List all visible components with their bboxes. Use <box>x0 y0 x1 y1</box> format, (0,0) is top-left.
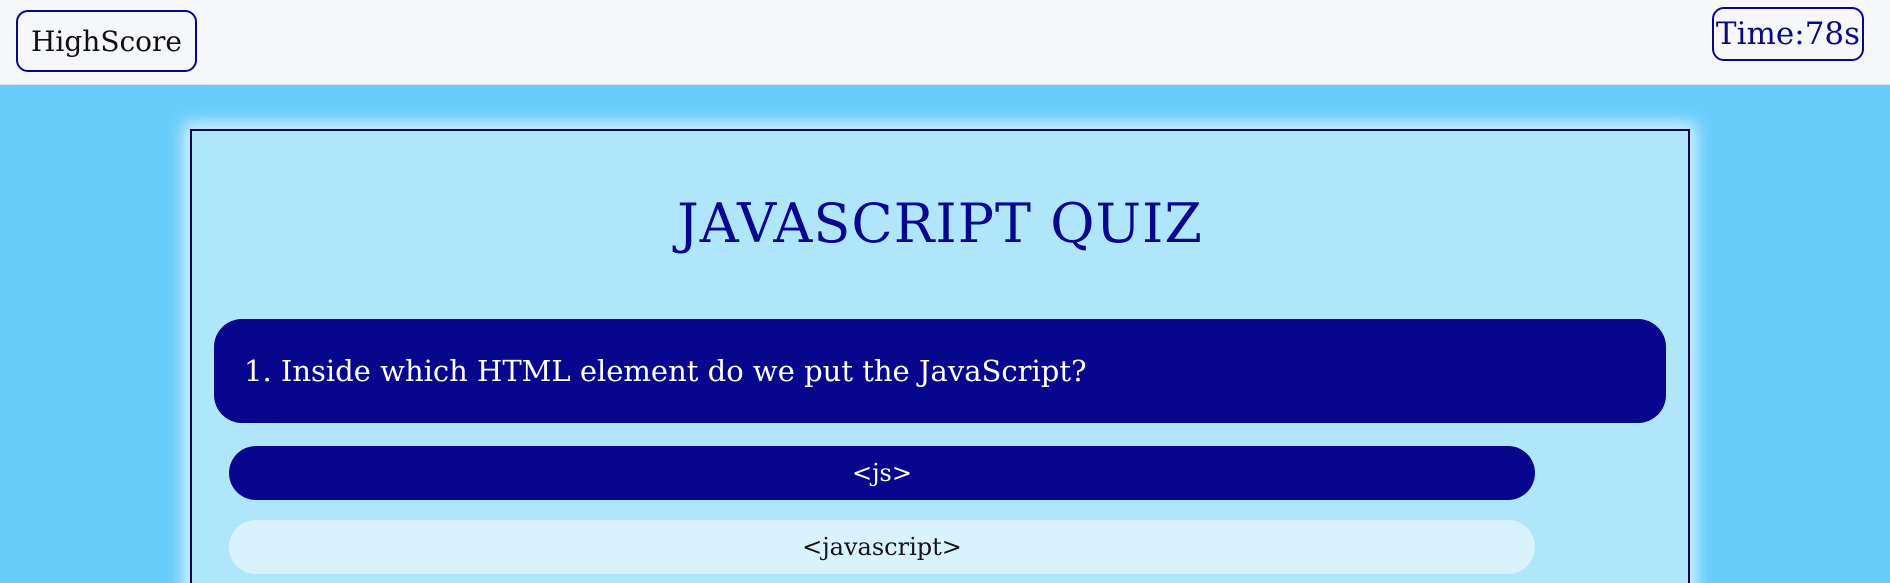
question-text: 1. Inside which HTML element do we put t… <box>244 354 1087 388</box>
timer-display: Time:78s <box>1712 7 1864 61</box>
answer-option-label: <javascript> <box>802 533 962 561</box>
quiz-card: JAVASCRIPT QUIZ 1. Inside which HTML ele… <box>190 129 1690 583</box>
answer-option-1[interactable]: <js> <box>229 446 1535 500</box>
question-box: 1. Inside which HTML element do we put t… <box>214 319 1666 423</box>
answer-option-2[interactable]: <javascript> <box>229 520 1535 574</box>
answer-option-label: <js> <box>852 459 912 487</box>
highscore-button[interactable]: HighScore <box>16 10 197 72</box>
timer-text: Time:78s <box>1715 16 1861 52</box>
quiz-title: JAVASCRIPT QUIZ <box>677 192 1203 255</box>
top-bar: HighScore Time:78s <box>0 0 1890 85</box>
highscore-label: HighScore <box>30 24 182 58</box>
